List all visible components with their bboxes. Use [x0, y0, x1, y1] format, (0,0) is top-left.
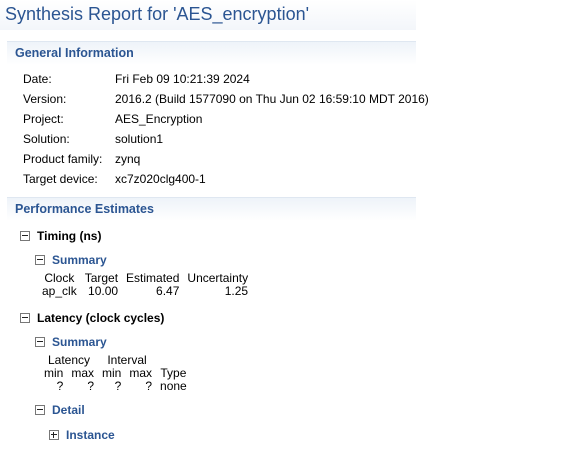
- info-value: zynq: [115, 152, 141, 166]
- table-cell: ?: [56, 379, 64, 393]
- info-label: Solution:: [23, 132, 70, 146]
- timing-summary-label: Summary: [52, 253, 107, 267]
- latency-detail-label: Detail: [52, 403, 85, 417]
- table-cell: ?: [145, 379, 153, 393]
- table-cell: 10.00: [88, 284, 119, 298]
- latency-label: Latency (clock cycles): [37, 311, 165, 325]
- timing-summary-table: Clock Target Estimated Uncertainty ap_cl…: [38, 272, 252, 298]
- info-label: Version:: [23, 92, 67, 106]
- latency-summary-label: Summary: [52, 335, 107, 349]
- info-label: Date:: [23, 72, 52, 86]
- column-header: min: [102, 366, 122, 380]
- info-label: Project:: [23, 112, 64, 126]
- info-value: AES_Encryption: [115, 112, 203, 126]
- table-cell: ap_clk: [42, 284, 77, 298]
- collapse-icon[interactable]: [20, 230, 30, 241]
- general-information-header[interactable]: General Information: [7, 41, 416, 65]
- table-row: ? ? ? ? none: [40, 380, 191, 393]
- timing-label: Timing (ns): [37, 229, 102, 243]
- latency-summary-table: Latency Interval min max min max Type ? …: [40, 354, 191, 393]
- performance-estimates-header[interactable]: Performance Estimates: [7, 197, 416, 221]
- table-row: ap_clk 10.00 6.47 1.25: [38, 285, 252, 298]
- info-label: Target device:: [23, 172, 98, 186]
- column-header: min: [44, 366, 64, 380]
- timing-node[interactable]: Timing (ns): [20, 228, 101, 244]
- info-value: xc7z020clg400-1: [115, 172, 206, 186]
- latency-summary-node[interactable]: Summary: [35, 334, 107, 350]
- table-cell: ?: [87, 379, 95, 393]
- table-cell: ?: [114, 379, 122, 393]
- collapse-icon[interactable]: [20, 312, 30, 323]
- instance-node[interactable]: Instance: [49, 427, 115, 443]
- collapse-icon[interactable]: [35, 254, 45, 265]
- info-label: Product family:: [23, 152, 103, 166]
- info-value: Fri Feb 09 10:21:39 2024: [115, 72, 250, 86]
- info-value: solution1: [115, 132, 164, 146]
- table-cell: 6.47: [156, 284, 180, 298]
- latency-detail-node[interactable]: Detail: [35, 402, 85, 418]
- info-value: 2016.2 (Build 1577090 on Thu Jun 02 16:5…: [115, 92, 429, 106]
- report-title: Synthesis Report for 'AES_encryption': [0, 0, 416, 30]
- table-cell: 1.25: [224, 284, 249, 298]
- expand-icon[interactable]: [49, 429, 59, 440]
- table-cell: none: [160, 379, 187, 393]
- collapse-icon[interactable]: [35, 336, 45, 347]
- instance-label: Instance: [66, 428, 115, 442]
- timing-summary-node[interactable]: Summary: [35, 252, 107, 268]
- latency-node[interactable]: Latency (clock cycles): [20, 310, 164, 326]
- collapse-icon[interactable]: [35, 404, 45, 415]
